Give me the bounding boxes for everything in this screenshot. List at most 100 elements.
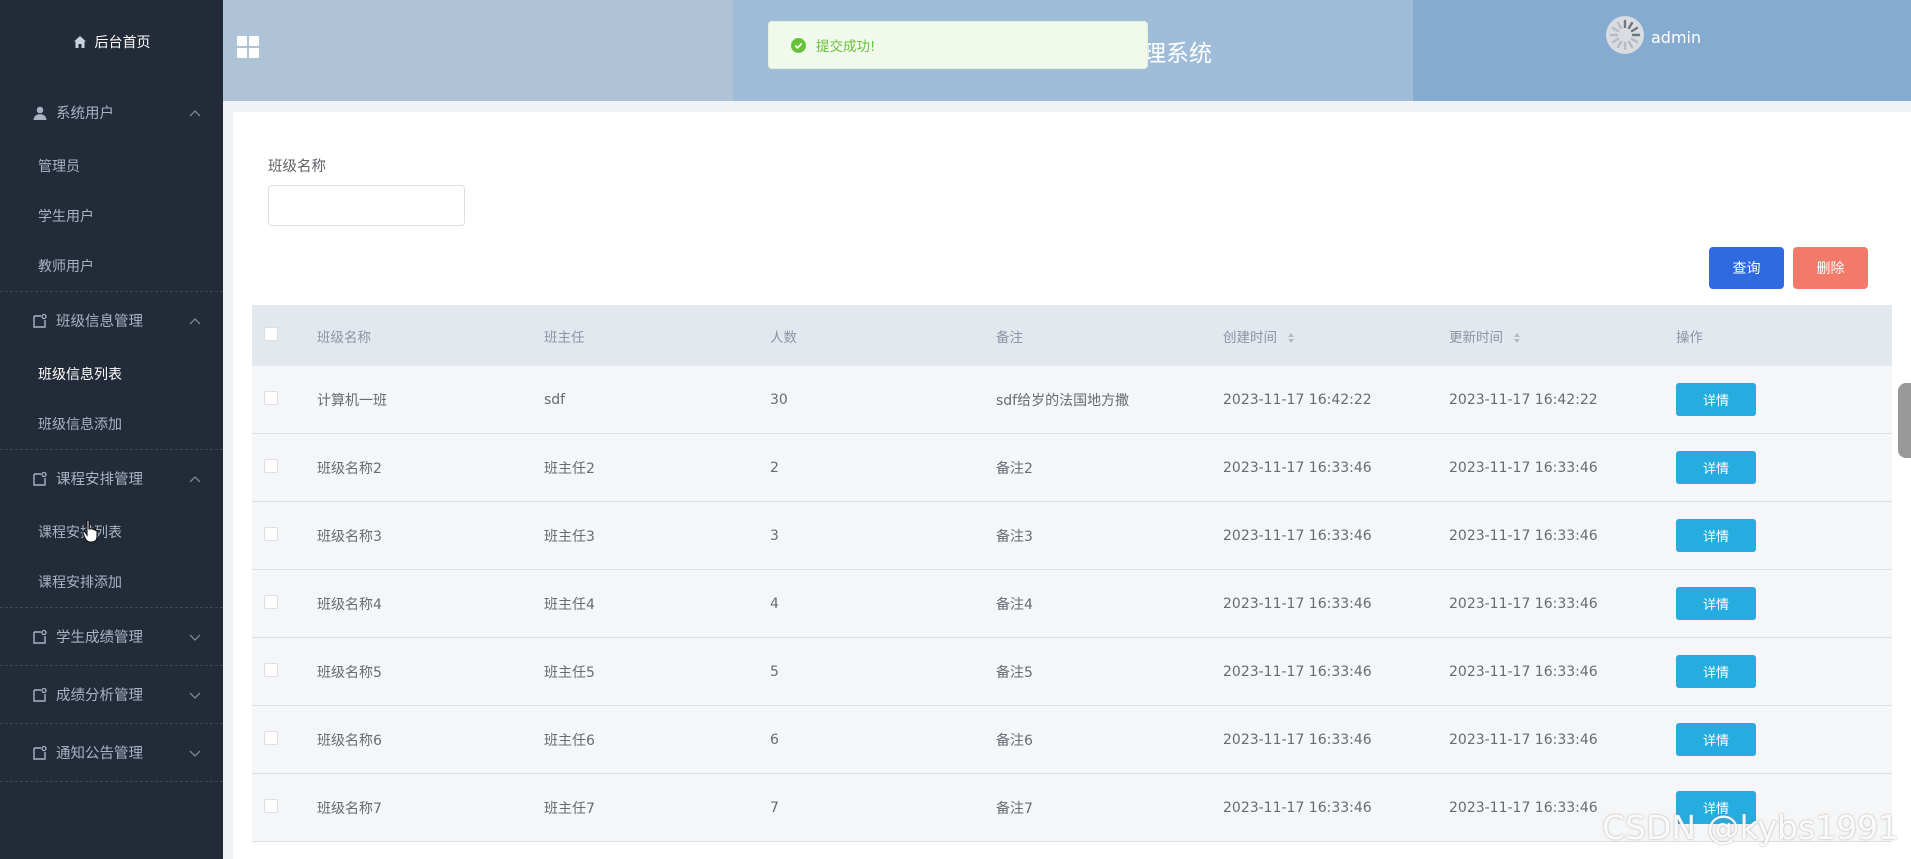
menu-group-grade-analysis: 成绩分析管理 — [0, 666, 223, 724]
cell-count: 7 — [770, 799, 779, 816]
cell-created: 2023-11-17 16:33:46 — [1223, 459, 1372, 476]
success-check-icon — [791, 37, 806, 53]
avatar[interactable] — [1605, 15, 1645, 55]
chevron-down-icon — [189, 692, 201, 699]
table-row: 班级名称6 班主任6 6 备注6 2023-11-17 16:33:46 2023-11-… — [252, 706, 1892, 774]
table-row: 班级名称4 班主任4 4 备注4 2023-11-17 16:33:46 2023-11-… — [252, 570, 1892, 638]
main-content: 班级名称 查询 删除 班级名称 班主任 人数 备注 创建时间 更新时间 操作 计… — [233, 112, 1911, 859]
sort-icon[interactable] — [1513, 332, 1521, 344]
sidebar-item-admins[interactable]: 管理员 — [0, 141, 223, 191]
cell-actions: 详情 — [1676, 383, 1892, 416]
row-checkbox[interactable] — [264, 458, 278, 473]
cell-actions: 详情 — [1676, 519, 1892, 552]
username[interactable]: admin — [1651, 28, 1701, 47]
cell-count: 30 — [770, 391, 788, 408]
cell-class-name: 班级名称7 — [317, 800, 382, 817]
row-checkbox[interactable] — [264, 662, 278, 677]
scrollbar-handle[interactable] — [1898, 383, 1911, 458]
row-checkbox[interactable] — [264, 390, 278, 405]
cell-note: 备注6 — [996, 732, 1033, 749]
cell-count: 3 — [770, 527, 779, 544]
cell-count: 4 — [770, 595, 779, 612]
sidebar-home[interactable]: 后台首页 — [0, 0, 223, 84]
sidebar-item-teacher-users[interactable]: 教师用户 — [0, 241, 223, 291]
table-row: 计算机一班 sdf 30 sdf给岁的法国地方撒 2023-11-17 16:42:22… — [252, 366, 1892, 434]
menu-title-label: 通知公告管理 — [56, 746, 143, 762]
delete-button[interactable]: 删除 — [1793, 247, 1868, 289]
cell-updated: 2023-11-17 16:33:46 — [1449, 459, 1598, 476]
select-all-checkbox[interactable] — [264, 326, 278, 341]
menu-title-grade-analysis[interactable]: 成绩分析管理 — [0, 666, 223, 723]
cell-teacher: 班主任7 — [544, 800, 595, 817]
menu-group-course-schedule: 课程安排管理 课程安排列表 课程安排添加 — [0, 450, 223, 608]
chevron-down-icon — [189, 750, 201, 757]
sidebar-item-class-list[interactable]: 班级信息列表 — [0, 349, 223, 399]
menu-title-label: 课程安排管理 — [56, 472, 143, 488]
table-header: 班级名称 班主任 人数 备注 创建时间 更新时间 操作 — [252, 305, 1892, 366]
menu-title-label: 学生成绩管理 — [56, 630, 143, 646]
detail-button[interactable]: 详情 — [1676, 451, 1756, 484]
cell-actions: 详情 — [1676, 451, 1892, 484]
menu-title-class-info[interactable]: 班级信息管理 — [0, 292, 223, 349]
sidebar: 后台首页 系统用户 管理员 学生用户 教师用户 班级信息管理 班级信息列表 班级… — [0, 0, 223, 859]
detail-button[interactable]: 详情 — [1676, 587, 1756, 620]
menu-group-student-grades: 学生成绩管理 — [0, 608, 223, 666]
menu-group-class-info: 班级信息管理 班级信息列表 班级信息添加 — [0, 292, 223, 450]
chevron-up-icon — [189, 109, 201, 116]
cell-note: 备注5 — [996, 664, 1033, 681]
row-select-cell — [252, 526, 317, 545]
row-checkbox[interactable] — [264, 730, 278, 745]
row-select-cell — [252, 730, 317, 749]
detail-button[interactable]: 详情 — [1676, 655, 1756, 688]
sidebar-item-student-users[interactable]: 学生用户 — [0, 191, 223, 241]
document-icon — [33, 629, 47, 644]
row-checkbox[interactable] — [264, 798, 278, 813]
home-icon — [73, 36, 86, 48]
document-icon — [33, 745, 47, 760]
cell-actions: 详情 — [1676, 587, 1892, 620]
menu-title-notices[interactable]: 通知公告管理 — [0, 724, 223, 781]
cell-teacher: 班主任5 — [544, 664, 595, 681]
column-header-created[interactable]: 创建时间 — [1223, 326, 1449, 346]
row-checkbox[interactable] — [264, 526, 278, 541]
menu-title-student-grades[interactable]: 学生成绩管理 — [0, 608, 223, 665]
cell-class-name: 班级名称5 — [317, 664, 382, 681]
cell-note: 备注4 — [996, 596, 1033, 613]
menu-title-system-users[interactable]: 系统用户 — [0, 84, 223, 141]
cell-actions: 详情 — [1676, 655, 1892, 688]
class-name-input[interactable] — [268, 185, 465, 226]
column-header-updated[interactable]: 更新时间 — [1449, 326, 1676, 346]
cell-created: 2023-11-17 16:42:22 — [1223, 391, 1372, 408]
cell-count: 6 — [770, 731, 779, 748]
document-icon — [33, 687, 47, 702]
column-header-teacher: 班主任 — [544, 329, 585, 346]
cell-created: 2023-11-17 16:33:46 — [1223, 595, 1372, 612]
menu-grid-icon[interactable] — [237, 36, 259, 58]
table-row: 班级名称5 班主任5 5 备注5 2023-11-17 16:33:46 2023-11-… — [252, 638, 1892, 706]
cell-teacher: 班主任2 — [544, 460, 595, 477]
detail-button[interactable]: 详情 — [1676, 723, 1756, 756]
column-header-created-label: 创建时间 — [1223, 329, 1277, 346]
menu-group-system-users: 系统用户 管理员 学生用户 教师用户 — [0, 84, 223, 292]
sort-icon[interactable] — [1287, 332, 1295, 344]
column-header-actions: 操作 — [1676, 329, 1703, 346]
menu-title-label: 系统用户 — [56, 106, 114, 122]
sidebar-item-course-list[interactable]: 课程安排列表 — [0, 507, 223, 557]
chevron-up-icon — [189, 475, 201, 482]
detail-button[interactable]: 详情 — [1676, 383, 1756, 416]
row-checkbox[interactable] — [264, 594, 278, 609]
cell-teacher: 班主任3 — [544, 528, 595, 545]
watermark: CSDN @kybs1991 — [1602, 808, 1900, 847]
sidebar-item-course-add[interactable]: 课程安排添加 — [0, 557, 223, 607]
header-left-panel — [223, 0, 733, 101]
sidebar-home-label: 后台首页 — [94, 35, 151, 51]
column-header-class-name: 班级名称 — [317, 329, 371, 346]
success-toast: 提交成功! — [768, 21, 1148, 69]
detail-button[interactable]: 详情 — [1676, 519, 1756, 552]
cell-teacher: sdf — [544, 391, 566, 408]
row-select-cell — [252, 798, 317, 817]
toast-message: 提交成功! — [816, 39, 876, 55]
menu-title-course-schedule[interactable]: 课程安排管理 — [0, 450, 223, 507]
sidebar-item-class-add[interactable]: 班级信息添加 — [0, 399, 223, 449]
query-button[interactable]: 查询 — [1709, 247, 1784, 289]
